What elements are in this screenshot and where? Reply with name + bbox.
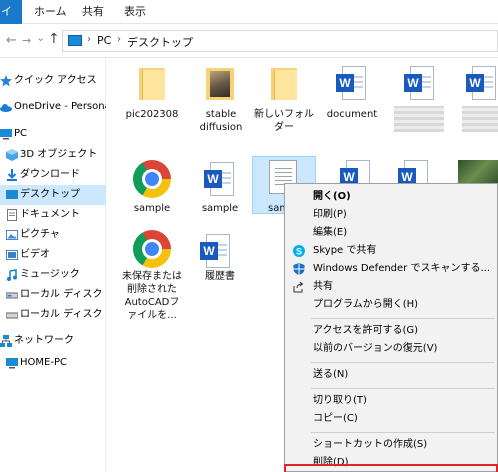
- menu-item-edit[interactable]: 編集(E): [285, 224, 497, 242]
- sidebar-item-drive-d[interactable]: ローカル ディスク (D:): [0, 305, 106, 325]
- word-icon: W: [466, 66, 498, 102]
- music-icon: [7, 269, 17, 281]
- picture-icon: [6, 230, 18, 240]
- star-icon: [0, 75, 12, 87]
- menu-item-restore-previous[interactable]: 以前のバージョンの復元(V): [285, 340, 497, 358]
- sidebar-item-downloads[interactable]: ダウンロード: [0, 165, 106, 185]
- back-icon[interactable]: ←: [6, 33, 17, 48]
- address-bar[interactable]: › PC › デスクトップ: [62, 30, 498, 52]
- recent-dropdown-icon[interactable]: ⌄: [36, 31, 45, 44]
- navigation-pane: クイック アクセス OneDrive - Personal PC 3D オブジェ…: [0, 59, 106, 472]
- svg-text:S: S: [296, 247, 302, 257]
- menu-item-skype-share[interactable]: S Skype で共有: [285, 242, 497, 260]
- ribbon: イル ホーム 共有 表示: [0, 0, 498, 24]
- folder-icon: [139, 68, 165, 100]
- menu-separator: [311, 362, 495, 363]
- forward-icon[interactable]: →: [22, 34, 31, 47]
- menu-separator: [311, 318, 495, 319]
- sidebar-item-onedrive[interactable]: OneDrive - Personal: [0, 97, 106, 117]
- sidebar-item-quick-access[interactable]: クイック アクセス: [0, 71, 106, 91]
- menu-item-cut[interactable]: 切り取り(T): [285, 392, 497, 410]
- menu-item-give-access[interactable]: アクセスを許可する(G): [285, 322, 497, 340]
- share-icon: [293, 281, 304, 293]
- sidebar-item-network[interactable]: ネットワーク: [0, 331, 106, 351]
- breadcrumb-separator: ›: [117, 34, 121, 45]
- document-icon: [7, 209, 17, 221]
- word-icon: W: [404, 66, 436, 102]
- network-icon: [0, 335, 12, 347]
- cloud-icon: [0, 104, 12, 112]
- menu-item-copy[interactable]: コピー(C): [285, 410, 497, 428]
- cube-icon: [6, 149, 18, 161]
- menu-item-create-shortcut[interactable]: ショートカットの作成(S): [285, 436, 497, 454]
- menu-separator: [311, 388, 495, 389]
- video-icon: [6, 250, 18, 260]
- menu-item-open[interactable]: 開く(O): [285, 188, 497, 206]
- breadcrumb-pc[interactable]: PC: [97, 34, 111, 47]
- menu-item-send-to[interactable]: 送る(N): [285, 366, 497, 384]
- address-row: ← → ⌄ ↑ › PC › デスクトップ: [0, 24, 498, 58]
- redacted-label: [394, 106, 444, 132]
- sidebar-item-3d-objects[interactable]: 3D オブジェクト: [0, 145, 106, 165]
- menu-item-share[interactable]: 共有: [285, 278, 497, 296]
- breadcrumb-separator: ›: [87, 34, 91, 45]
- drive-icon: [6, 312, 18, 319]
- folder-icon: [271, 68, 297, 100]
- redacted-label: [462, 106, 498, 132]
- word-icon: W: [336, 66, 368, 102]
- folder-image-icon: [206, 68, 234, 100]
- context-menu: 開く(O) 印刷(P) 編集(E) S Skype で共有 Windows De…: [284, 183, 498, 472]
- computer-icon: [6, 358, 18, 369]
- word-icon: W: [204, 162, 236, 198]
- defender-icon: [293, 263, 305, 275]
- image-thumbnail: [458, 160, 498, 184]
- menu-item-open-with[interactable]: プログラムから開く(H): [285, 296, 497, 314]
- download-icon: [7, 169, 17, 181]
- sidebar-item-music[interactable]: ミュージック: [0, 265, 106, 285]
- tab-view[interactable]: 表示: [124, 0, 146, 24]
- sidebar-item-drive-c[interactable]: ローカル ディスク (C:): [0, 285, 106, 305]
- sidebar-item-documents[interactable]: ドキュメント: [0, 205, 106, 225]
- highlight-box: [284, 464, 498, 472]
- chrome-icon: [133, 230, 171, 268]
- breadcrumb-desktop[interactable]: デスクトップ: [127, 34, 193, 50]
- menu-separator: [311, 432, 495, 433]
- pc-icon: [68, 35, 82, 46]
- chrome-icon: [133, 160, 171, 198]
- skype-icon: S: [293, 245, 305, 257]
- word-icon: W: [200, 234, 232, 270]
- tab-home[interactable]: ホーム: [34, 0, 67, 24]
- sidebar-item-pc[interactable]: PC: [0, 124, 106, 144]
- pc-icon: [0, 129, 12, 140]
- up-icon[interactable]: ↑: [48, 31, 60, 47]
- sidebar-item-home-pc[interactable]: HOME-PC: [0, 353, 106, 373]
- tab-file[interactable]: イル: [0, 0, 22, 24]
- drive-icon: [6, 292, 18, 299]
- sidebar-item-videos[interactable]: ビデオ: [0, 245, 106, 265]
- menu-item-print[interactable]: 印刷(P): [285, 206, 497, 224]
- menu-item-defender-scan[interactable]: Windows Defender でスキャンする...: [285, 260, 497, 278]
- sidebar-item-pictures[interactable]: ピクチャ: [0, 225, 106, 245]
- tab-share[interactable]: 共有: [82, 0, 104, 24]
- sidebar-item-desktop[interactable]: デスクトップ: [0, 185, 106, 205]
- desktop-icon: [6, 190, 18, 199]
